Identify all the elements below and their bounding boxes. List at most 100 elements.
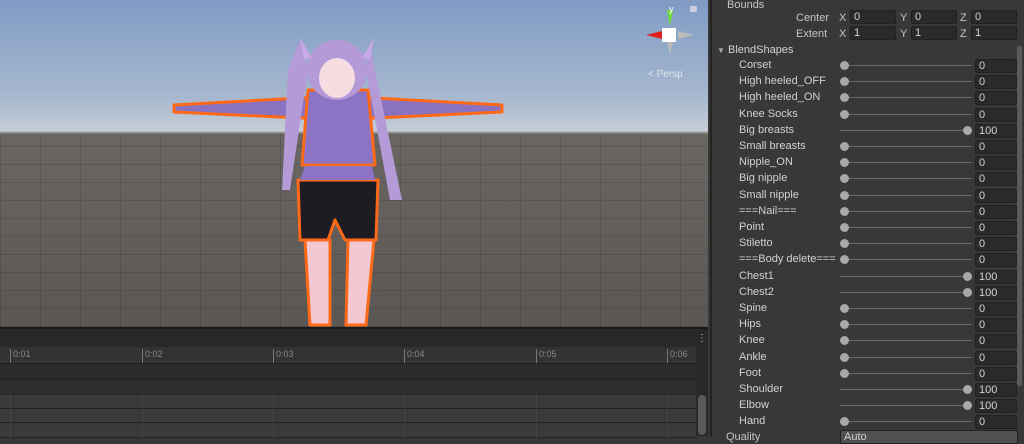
blendshape-slider[interactable] [840,243,972,245]
inspector-scrollbar[interactable] [1017,46,1022,386]
timeline-panel: ⋮ 0:01 0:02 0:03 0:04 0:05 0:06 [0,327,708,438]
blendshape-slider[interactable] [840,405,972,407]
blendshape-slider[interactable] [840,162,972,164]
timeline-ruler[interactable]: 0:01 0:02 0:03 0:04 0:05 0:06 [0,347,696,364]
blendshape-slider[interactable] [840,259,972,261]
blendshape-value-field[interactable]: 0 [975,172,1017,187]
blendshape-value-field[interactable]: 100 [975,285,1017,300]
slider-handle[interactable] [840,239,849,249]
slider-handle[interactable] [840,304,849,313]
slider-handle[interactable] [963,385,972,394]
blendshape-slider[interactable] [840,227,972,228]
blendshape-value-field[interactable]: 100 [975,269,1017,284]
axis-y: Y [900,28,908,40]
slider-handle[interactable] [840,417,849,427]
blendshape-value-field[interactable]: 0 [975,204,1017,219]
blendshape-value-field[interactable]: 0 [975,318,1017,333]
blendshape-slider[interactable] [840,81,972,83]
blendshape-slider[interactable] [840,146,972,147]
more-options-icon[interactable]: ⋮ [697,333,707,344]
quality-dropdown[interactable]: Auto [840,430,1018,444]
slider-handle[interactable] [840,223,849,232]
axis-z: Z [960,28,967,40]
slider-handle[interactable] [840,255,849,265]
blendshape-slider[interactable] [840,308,972,309]
slider-handle[interactable] [840,336,849,346]
center-y-field[interactable]: 0 [911,10,957,24]
blendshape-value-field[interactable]: 0 [975,334,1017,349]
slider-handle[interactable] [840,77,849,87]
blendshape-slider[interactable] [840,178,972,180]
blendshape-value-field[interactable]: 100 [975,383,1017,397]
center-x-field[interactable]: 0 [850,10,896,24]
blendshape-value-field[interactable]: 0 [975,237,1017,252]
slider-handle[interactable] [963,287,972,297]
blendshape-name: Elbow [739,399,769,412]
blendshape-slider[interactable] [840,356,972,358]
blendshape-slider[interactable] [840,210,972,212]
blendshape-value-field[interactable]: 0 [975,221,1017,235]
quality-label: Quality [726,431,761,443]
blendshape-slider[interactable] [840,194,972,196]
blendshape-slider[interactable] [840,340,972,342]
slider-handle[interactable] [840,158,849,168]
blendshape-slider[interactable] [840,372,972,374]
extent-y-field[interactable]: 1 [911,26,957,40]
lock-icon[interactable] [690,6,697,12]
blendshape-value-field[interactable]: 0 [975,156,1017,171]
blendshape-slider[interactable] [840,113,972,115]
timeline-track[interactable] [0,409,696,423]
slider-handle[interactable] [840,109,849,119]
timeline-track[interactable] [0,380,696,395]
slider-handle[interactable] [963,125,972,135]
blendshape-value-field[interactable]: 0 [975,415,1017,430]
blendshape-value-field[interactable]: 0 [975,140,1017,154]
blendshape-value-field[interactable]: 100 [975,399,1017,414]
blendshape-row: Hips 0 [712,317,1024,333]
blendshape-slider[interactable] [840,421,972,423]
blendshape-value-field[interactable]: 0 [975,59,1017,73]
blendshape-slider[interactable] [840,389,972,390]
blendshape-value-field[interactable]: 0 [975,188,1017,203]
blendshape-row: Small nipple 0 [712,188,1024,204]
blendshape-value-field[interactable]: 0 [975,107,1017,122]
timeline-track[interactable] [0,364,696,380]
blendshape-value-field[interactable]: 0 [975,366,1017,381]
character-model[interactable] [170,30,510,327]
blendshape-slider[interactable] [840,324,972,326]
blendshapes-foldout[interactable]: ▼ BlendShapes [717,44,793,56]
blendshape-value-field[interactable]: 100 [975,123,1017,138]
slider-handle[interactable] [840,61,849,70]
slider-handle[interactable] [840,142,849,151]
slider-handle[interactable] [963,271,972,281]
scene-view[interactable]: y x < Persp [0,0,708,327]
timeline-scrollbar[interactable] [698,395,706,435]
slider-handle[interactable] [840,206,849,216]
slider-handle[interactable] [963,401,972,411]
blendshape-value-field[interactable]: 0 [975,253,1017,268]
blendshape-slider[interactable] [840,275,972,277]
slider-handle[interactable] [840,352,849,362]
slider-handle[interactable] [840,174,849,184]
blendshape-slider[interactable] [840,129,972,131]
blendshape-value-field[interactable]: 0 [975,302,1017,316]
blendshape-value-field[interactable]: 0 [975,75,1017,90]
blendshape-value-field[interactable]: 0 [975,350,1017,365]
blendshape-row: Shoulder 100 [712,382,1024,398]
blendshape-value-field[interactable]: 0 [975,91,1017,106]
extent-z-field[interactable]: 1 [971,26,1017,40]
slider-handle[interactable] [840,93,849,103]
slider-handle[interactable] [840,320,849,330]
projection-label[interactable]: < Persp [648,69,683,80]
blendshape-slider[interactable] [840,291,972,293]
blendshape-name: Foot [739,366,762,379]
blendshape-slider[interactable] [840,97,972,99]
extent-x-field[interactable]: 1 [850,26,896,40]
orientation-gizmo[interactable]: y x [636,4,700,64]
slider-handle[interactable] [840,190,849,200]
timeline-track[interactable] [0,395,696,409]
slider-handle[interactable] [840,368,849,378]
blendshape-row: Hand 0 [712,414,1024,430]
center-z-field[interactable]: 0 [971,10,1017,24]
blendshape-slider[interactable] [840,65,972,66]
